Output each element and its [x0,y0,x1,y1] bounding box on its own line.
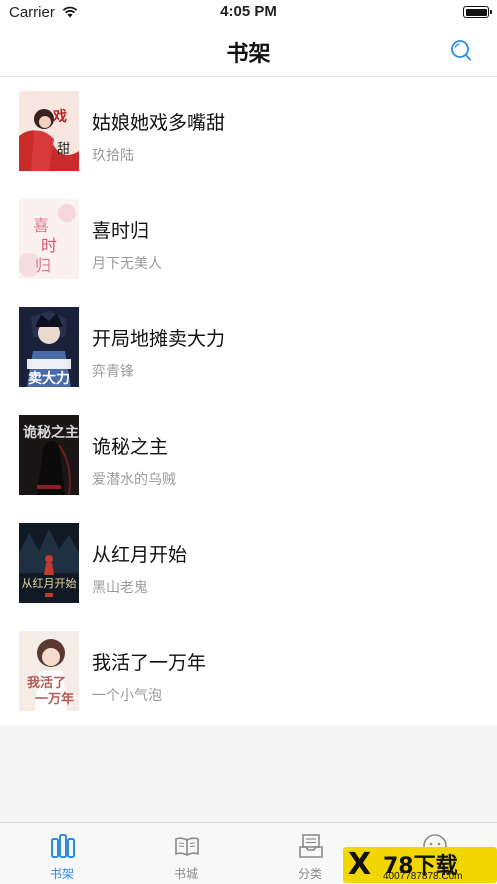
nav-bar: 书架 [0,26,497,77]
tab-label: 书城 [173,867,198,881]
book-item[interactable]: 从红月开始 从红月开始 黑山老鬼 [0,509,497,617]
svg-text:我活了: 我活了 [27,675,66,691]
book-item[interactable]: 诡秘之主 诡秘之主 爱潜水的乌贼 [0,401,497,509]
svg-text:喜: 喜 [33,216,49,235]
svg-text:从红月开始: 从红月开始 [22,576,77,590]
svg-text:时: 时 [41,236,57,255]
book-cover[interactable]: 卖大力 [19,307,79,387]
watermark-logo: X 78下载 4007787878.Com [343,847,497,883]
book-item[interactable]: 卖大力 开局地摊卖大力 弈青锋 [0,293,497,401]
book-author: 爱潜水的乌贼 [92,472,176,488]
book-cover[interactable]: 喜 时 归 [19,199,79,279]
svg-text:归: 归 [35,256,51,275]
book-title: 我活了一万年 [92,652,207,674]
book-item[interactable]: 喜 时 归 喜时归 月下无美人 [0,185,497,293]
book-title: 诡秘之主 [92,436,169,458]
book-cover[interactable]: 从红月开始 [19,523,79,603]
bookshelf-list: 戏 甜 姑娘她戏多嘴甜 玖拾陆 喜 时 归 喜时归 月下无美人 卖大力 开局地摊… [0,77,497,725]
book-author: 一个小气泡 [92,688,162,704]
book-cover[interactable]: 我活了 一万年 [19,631,79,711]
book-author: 弈青锋 [92,364,134,380]
svg-text:甜: 甜 [57,141,70,157]
watermark-x-icon: X [348,847,372,882]
book-cover[interactable]: 诡秘之主 [19,415,79,495]
search-icon[interactable] [446,36,476,66]
book-item[interactable]: 我活了 一万年 我活了一万年 一个小气泡 [0,617,497,725]
page-title: 书架 [226,42,271,67]
book-title: 喜时归 [92,220,150,242]
book-author: 黑山老鬼 [92,580,148,596]
svg-text:诡秘之主: 诡秘之主 [23,424,79,441]
open-book-icon [175,837,199,856]
book-author: 月下无美人 [92,256,162,272]
bookshelf-icon [51,834,75,858]
tab-label: 书架 [49,867,74,881]
book-cover[interactable]: 戏 甜 [19,91,79,171]
svg-text:戏: 戏 [52,108,67,125]
tab-bookshelf[interactable]: 书架 [0,823,124,884]
clock: 4:05 PM [220,3,277,20]
watermark-subtext: 4007787878.Com [383,871,463,882]
book-title: 姑娘她戏多嘴甜 [92,112,226,134]
category-icon [299,834,323,858]
svg-text:卖大力: 卖大力 [28,370,70,387]
book-item[interactable]: 戏 甜 姑娘她戏多嘴甜 玖拾陆 [0,77,497,185]
status-bar: Carrier 4:05 PM [0,0,497,26]
battery-icon [463,6,492,18]
book-title: 开局地摊卖大力 [92,328,226,350]
svg-text:一万年: 一万年 [35,691,74,707]
tab-bookstore[interactable]: 书城 [124,823,248,884]
book-title: 从红月开始 [92,544,188,566]
book-author: 玖拾陆 [92,148,134,164]
